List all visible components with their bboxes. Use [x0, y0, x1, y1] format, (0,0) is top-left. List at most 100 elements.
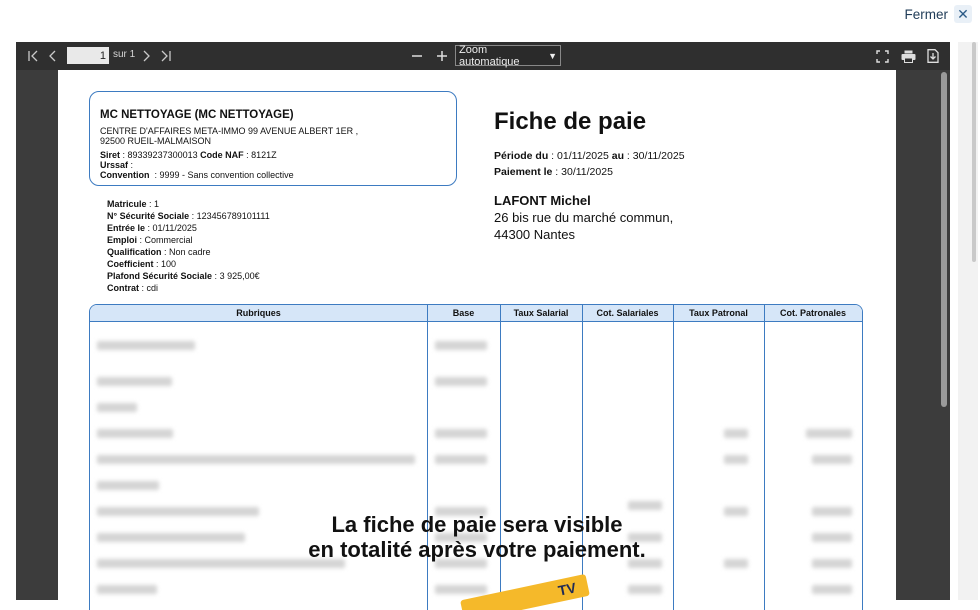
- previous-page-icon[interactable]: [44, 42, 62, 70]
- pdf-page: MC NETTOYAGE (MC NETTOYAGE) CENTRE D'AFF…: [58, 70, 896, 610]
- detail-value: Commercial: [144, 235, 193, 245]
- employee-block: LAFONT Michel 26 bis rue du marché commu…: [494, 192, 673, 243]
- blurred-cot-salariale: [628, 585, 662, 594]
- pdf-scrollbar[interactable]: [938, 70, 950, 600]
- convention-row: Convention : 9999 - Sans convention coll…: [100, 170, 294, 180]
- period-row: Période du : 01/11/2025 au : 30/11/2025: [494, 150, 685, 162]
- company-name: MC NETTOYAGE (MC NETTOYAGE): [100, 109, 294, 121]
- blurred-base: [435, 341, 487, 350]
- period-from: 01/11/2025: [557, 150, 609, 162]
- blurred-taux-patronal: [724, 455, 748, 464]
- siret-value: 89339237300013: [127, 150, 198, 160]
- detail-label: Matricule: [107, 199, 147, 209]
- page-count: sur 1: [113, 49, 136, 60]
- blurred-rubrique: [97, 403, 137, 412]
- naf-value: 8121Z: [251, 150, 277, 160]
- payment-label: Paiement le: [494, 166, 553, 178]
- company-ids: Siret : 89339237300013 Code NAF : 8121Z: [100, 150, 277, 160]
- company-address-line2: 92500 RUEIL-MALMAISON: [100, 136, 212, 146]
- urssaf-row: Urssaf :: [100, 160, 134, 170]
- column-header-cot-salariales: Cot. Salariales: [596, 308, 659, 318]
- convention-value: 9999 - Sans convention collective: [159, 170, 294, 180]
- next-page-icon[interactable]: [137, 42, 155, 70]
- last-page-icon[interactable]: [157, 42, 175, 70]
- detail-label: Coefficient: [107, 259, 154, 269]
- column-header-cot-patronales: Cot. Patronales: [779, 308, 846, 318]
- blurred-rubrique: [97, 377, 172, 386]
- first-page-icon[interactable]: [24, 42, 42, 70]
- employee-address-line1: 26 bis rue du marché commun,: [494, 210, 674, 225]
- blurred-rubrique: [97, 585, 157, 594]
- blurred-base: [435, 455, 487, 464]
- chevron-down-icon: ▼: [548, 50, 557, 61]
- column-divider: [500, 305, 501, 610]
- column-divider: [764, 305, 765, 610]
- column-divider: [427, 305, 428, 610]
- column-header-taux-patronal: Taux Patronal: [689, 308, 748, 318]
- detail-row: Plafond Sécurité Sociale : 3 925,00€: [107, 271, 260, 281]
- detail-row: Emploi : Commercial: [107, 235, 193, 245]
- detail-row: N° Sécurité Sociale : 123456789101111: [107, 211, 270, 221]
- employee-address-line2: 44300 Nantes: [494, 227, 575, 242]
- blurred-cot-patronale: [812, 455, 852, 464]
- plus-icon[interactable]: [433, 42, 451, 70]
- detail-value: 1: [154, 199, 160, 209]
- payment-required-notice: La fiche de paie sera visible en totalit…: [58, 512, 896, 562]
- badge-text: TV: [556, 579, 578, 599]
- blurred-rubrique: [97, 429, 173, 438]
- download-icon[interactable]: [924, 42, 942, 70]
- blurred-cot-patronale: [806, 429, 852, 438]
- siret-label: Siret: [100, 150, 121, 160]
- detail-value: 3 925,00€: [219, 271, 260, 281]
- outer-scrollbar[interactable]: [958, 42, 978, 600]
- table-header: Rubriques Base Taux Salarial Cot. Salari…: [90, 305, 862, 322]
- naf-label: Code NAF: [200, 150, 244, 160]
- detail-row: Qualification : Non cadre: [107, 247, 211, 257]
- employer-box: MC NETTOYAGE (MC NETTOYAGE) CENTRE D'AFF…: [89, 91, 457, 186]
- employee-details: Matricule : 1 N° Sécurité Sociale : 1234…: [107, 198, 270, 294]
- payment-date: 30/11/2025: [561, 166, 613, 178]
- detail-label: Qualification: [107, 247, 162, 257]
- detail-value: cdi: [146, 283, 159, 293]
- blurred-base: [435, 377, 487, 386]
- column-divider: [673, 305, 674, 610]
- close-button[interactable]: Fermer ✕: [904, 4, 972, 24]
- zoom-select[interactable]: Zoom automatique ▼: [455, 44, 561, 68]
- blurred-taux-patronal: [724, 429, 748, 438]
- blurred-cot-salariale: [628, 501, 662, 510]
- page-number-input[interactable]: [67, 47, 109, 64]
- detail-row: Entrée le : 01/11/2025: [107, 223, 197, 233]
- column-divider: [582, 305, 583, 610]
- detail-value: 01/11/2025: [152, 223, 197, 233]
- detail-label: N° Sécurité Sociale: [107, 211, 190, 221]
- blurred-rubrique: [97, 455, 415, 464]
- pdf-toolbar: sur 1 Zoom automatique ▼: [16, 42, 950, 70]
- column-header-base: Base: [452, 308, 475, 318]
- urssaf-label: Urssaf: [100, 160, 129, 170]
- close-icon: ✕: [954, 5, 972, 23]
- document-scroll-area[interactable]: MC NETTOYAGE (MC NETTOYAGE) CENTRE D'AFF…: [16, 70, 950, 610]
- fullscreen-icon[interactable]: [873, 42, 891, 70]
- period-label: Période du: [494, 150, 549, 162]
- close-label: Fermer: [904, 6, 949, 22]
- notice-line1: La fiche de paie sera visible: [331, 512, 623, 537]
- document-title: Fiche de paie: [494, 108, 647, 135]
- notice-line2: en totalité après votre paiement.: [308, 537, 646, 562]
- convention-label: Convention: [100, 170, 150, 180]
- print-icon[interactable]: [898, 42, 918, 70]
- pdf-scroll-thumb[interactable]: [941, 72, 947, 407]
- payslip-table: Rubriques Base Taux Salarial Cot. Salari…: [89, 304, 863, 610]
- period-to-label: au: [611, 150, 624, 162]
- outer-scroll-thumb[interactable]: [972, 42, 976, 262]
- close-bar: Fermer ✕: [0, 0, 980, 40]
- detail-value: Non cadre: [169, 247, 211, 257]
- company-address-line1: CENTRE D'AFFAIRES META-IMMO 99 AVENUE AL…: [100, 126, 359, 136]
- blurred-base: [435, 585, 487, 594]
- detail-row: Contrat : cdi: [107, 283, 159, 293]
- minus-icon[interactable]: [408, 42, 426, 70]
- detail-row: Coefficient : 100: [107, 259, 177, 269]
- detail-label: Emploi: [107, 235, 138, 245]
- pay-period: Période du : 01/11/2025 au : 30/11/2025 …: [494, 148, 685, 180]
- employee-name: LAFONT Michel: [494, 193, 591, 208]
- detail-label: Contrat: [107, 283, 139, 293]
